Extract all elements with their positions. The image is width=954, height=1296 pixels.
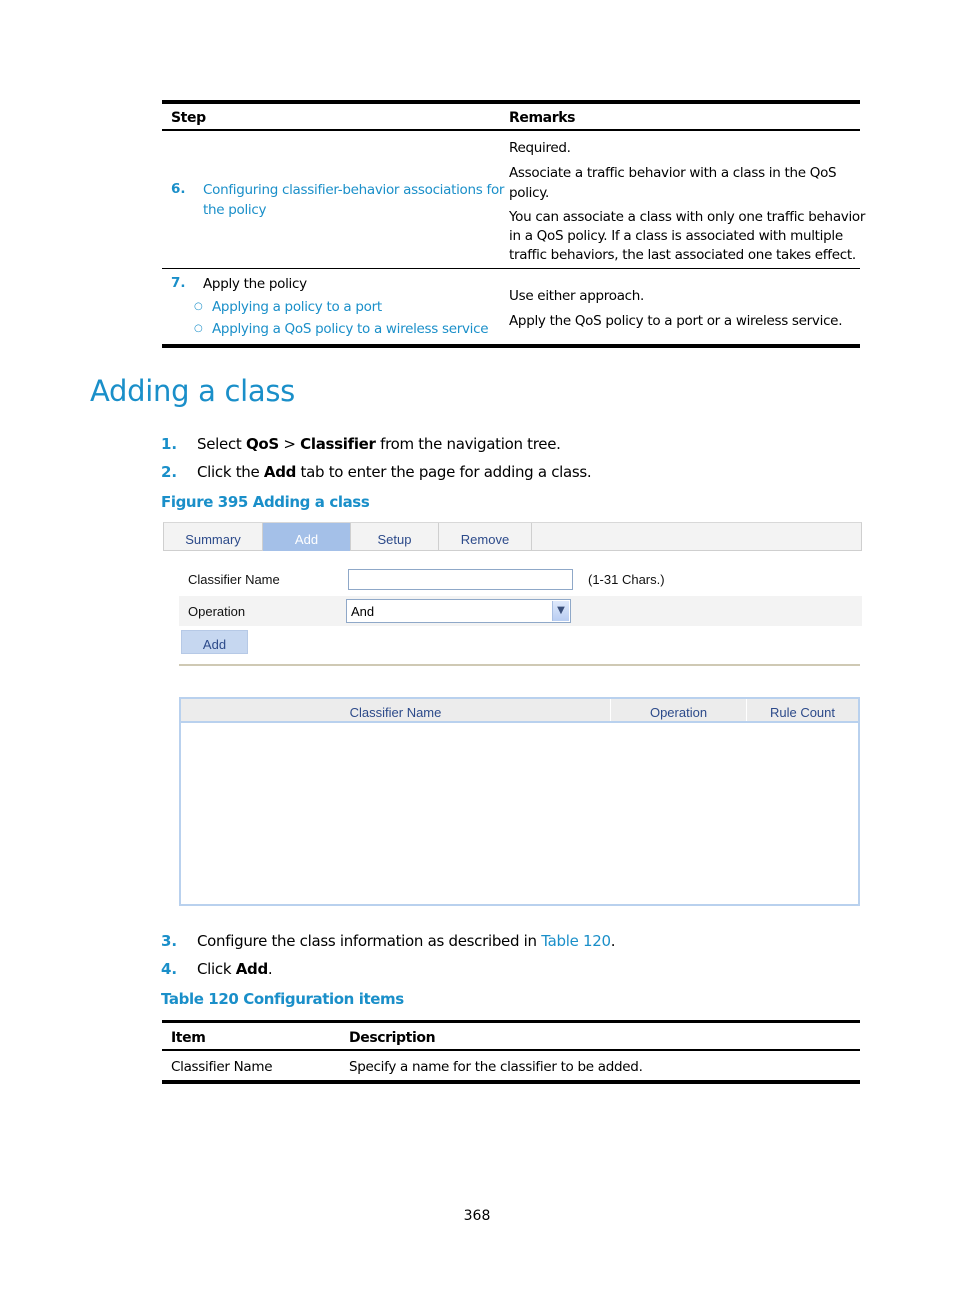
remark-line: Associate a traffic behavior with a clas…: [509, 165, 837, 181]
link-line-1[interactable]: Configuring classifier-behavior associat…: [203, 180, 504, 200]
header-remarks: Remarks: [509, 110, 576, 126]
form-divider: [179, 664, 860, 666]
text: tab to enter the page for adding a class…: [296, 463, 592, 481]
classifier-grid: Classifier Name Operation Rule Count: [179, 697, 860, 906]
tab-add-ref: Add: [263, 463, 297, 481]
tab-bar: Summary Add Setup Remove: [163, 522, 862, 551]
classifier-name-input[interactable]: [348, 569, 573, 590]
step-number-3: 3.: [161, 932, 178, 950]
remark-line: You can associate a class with only one …: [509, 209, 866, 225]
classifier-name-label: Classifier Name: [188, 572, 280, 587]
operation-selected-value[interactable]: And: [351, 604, 374, 619]
table-caption: Table 120 Configuration items: [161, 990, 404, 1008]
text: from the navigation tree.: [375, 435, 561, 453]
remark-line: policy.: [509, 185, 550, 201]
col-operation[interactable]: Operation: [611, 699, 747, 721]
step-3-text: Configure the class information as descr…: [197, 932, 616, 950]
tab-add[interactable]: Add: [263, 523, 351, 551]
config-table-bottom-rule: [162, 1080, 860, 1084]
classifier-name-hint: (1-31 Chars.): [588, 572, 665, 587]
remark-apply: Apply the QoS policy to a port or a wire…: [509, 313, 843, 329]
step-number-1: 1.: [161, 435, 178, 453]
step-link-classifier-behavior-associations[interactable]: Configuring classifier-behavior associat…: [203, 180, 504, 220]
text: Click the: [197, 463, 264, 481]
text: Click: [197, 960, 236, 978]
step-number-4: 4.: [161, 960, 178, 978]
table-header-rule: [162, 129, 860, 131]
header-description: Description: [349, 1030, 436, 1046]
chevron-down-icon[interactable]: ▼: [552, 601, 569, 621]
step-1-text: Select QoS > Classifier from the navigat…: [197, 435, 561, 453]
config-table-header-rule: [162, 1049, 860, 1051]
step-number-7: 7.: [171, 275, 186, 291]
figure-caption: Figure 395 Adding a class: [161, 493, 370, 511]
link-line-2[interactable]: the policy: [203, 200, 504, 220]
grid-header: Classifier Name Operation Rule Count: [181, 699, 858, 723]
col-classifier-name[interactable]: Classifier Name: [181, 699, 611, 721]
remark-only-one: You can associate a class with only one …: [509, 208, 865, 265]
remark-line: in a QoS policy. If a class is associate…: [509, 228, 843, 244]
header-step: Step: [171, 110, 206, 126]
operation-label: Operation: [188, 604, 246, 619]
section-title: Adding a class: [90, 374, 295, 408]
header-item: Item: [171, 1030, 206, 1046]
page-number: 368: [463, 1208, 491, 1224]
step-2-text: Click the Add tab to enter the page for …: [197, 463, 592, 481]
link-applying-policy-wireless[interactable]: Applying a QoS policy to a wireless serv…: [212, 319, 489, 339]
remark-required: Required.: [509, 140, 571, 156]
menu-classifier: Classifier: [300, 435, 376, 453]
step-number-6: 6.: [171, 181, 186, 197]
text: .: [267, 960, 273, 978]
tab-remove[interactable]: Remove: [439, 523, 532, 551]
table-bottom-rule: [162, 344, 860, 348]
table-top-rule: [162, 100, 860, 104]
text: Select: [197, 435, 246, 453]
config-item-name: Classifier Name: [171, 1059, 273, 1075]
bullet-icon: ○: [194, 301, 203, 312]
tab-summary[interactable]: Summary: [164, 523, 263, 551]
step-4-text: Click Add.: [197, 960, 273, 978]
row-divider: [162, 268, 860, 269]
remark-associate: Associate a traffic behavior with a clas…: [509, 163, 837, 203]
tab-setup[interactable]: Setup: [351, 523, 439, 551]
config-table-top-rule: [162, 1020, 860, 1023]
step-number-2: 2.: [161, 463, 178, 481]
text: .: [610, 932, 616, 950]
remark-either: Use either approach.: [509, 288, 645, 304]
add-button[interactable]: Add: [181, 630, 248, 654]
config-item-description: Specify a name for the classifier to be …: [349, 1059, 643, 1075]
col-rule-count[interactable]: Rule Count: [747, 699, 858, 721]
operation-select[interactable]: And ▼: [346, 599, 571, 623]
link-applying-policy-port[interactable]: Applying a policy to a port: [212, 297, 382, 317]
bullet-icon: ○: [194, 323, 203, 334]
add-ref: Add: [235, 960, 268, 978]
text: Configure the class information as descr…: [197, 932, 542, 950]
text: >: [278, 435, 301, 453]
menu-qos: QoS: [245, 435, 279, 453]
remark-line: traffic behaviors, the last associated o…: [509, 247, 856, 263]
table-120-link[interactable]: Table 120: [541, 932, 611, 950]
step-apply-policy: Apply the policy: [203, 276, 307, 292]
